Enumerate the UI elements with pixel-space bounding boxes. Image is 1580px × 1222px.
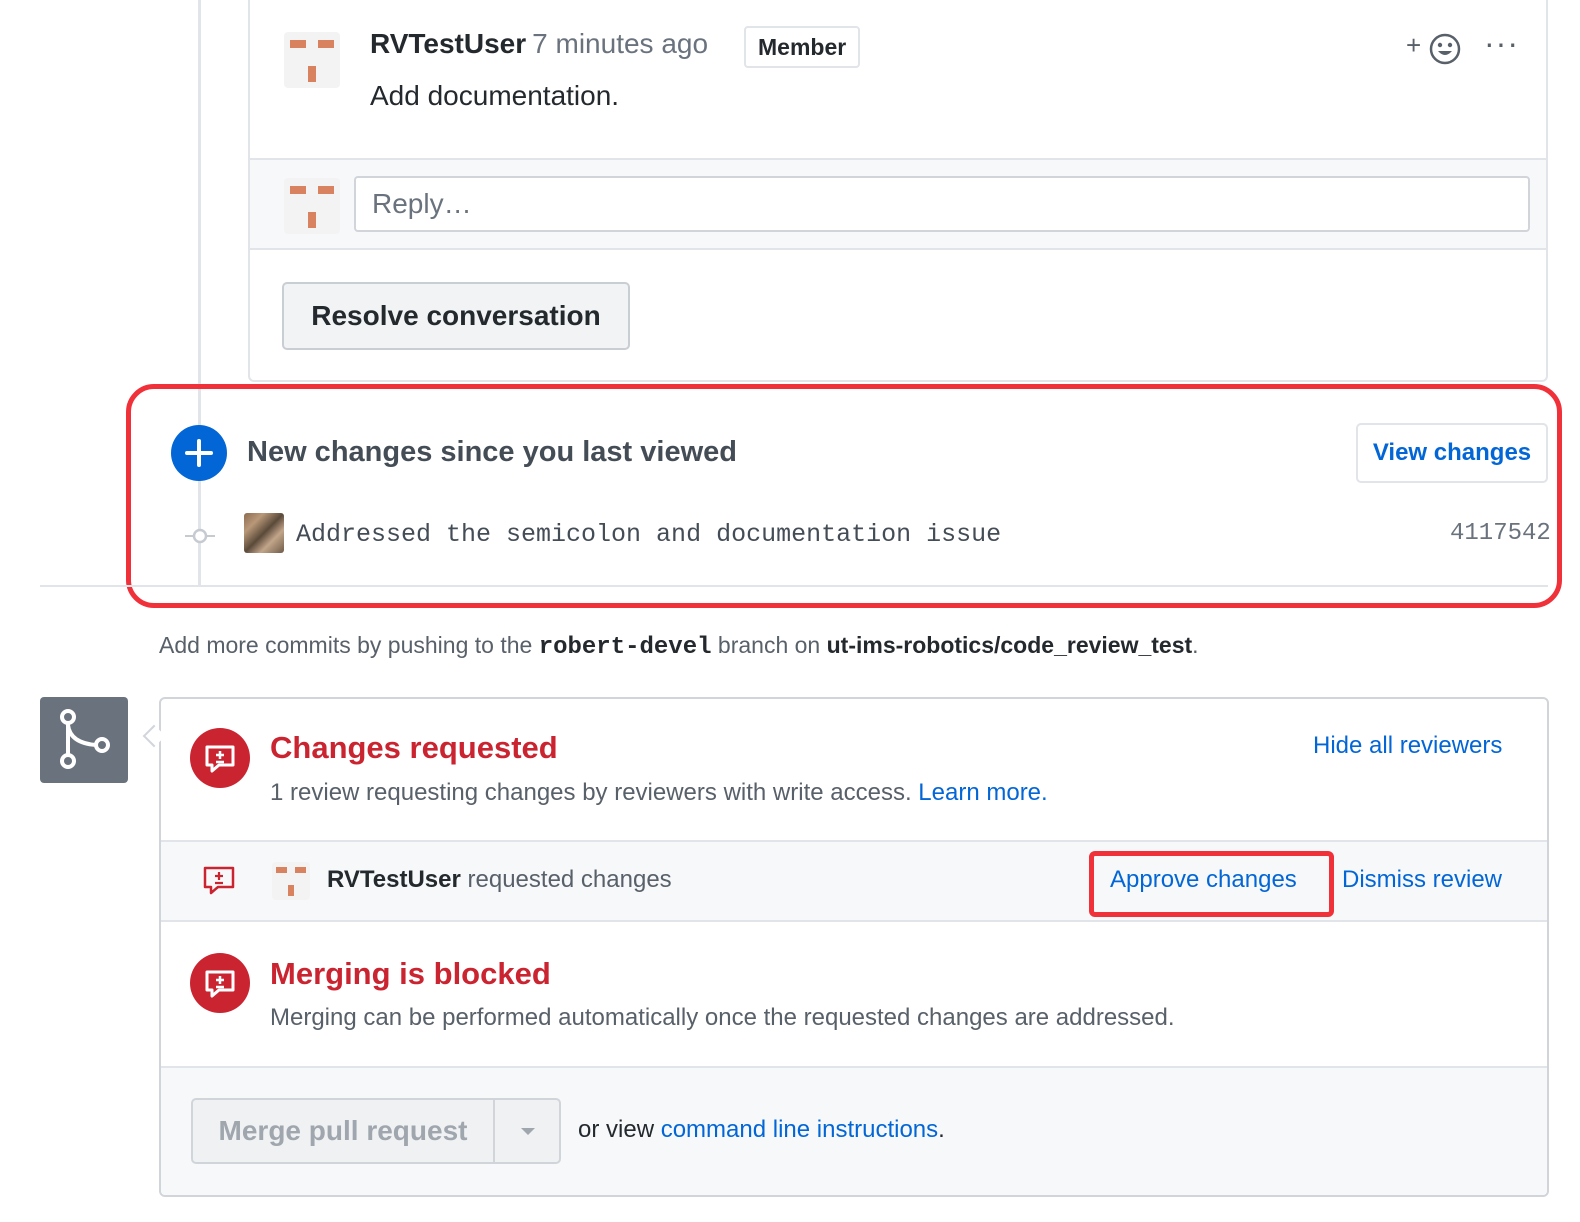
reply-area	[250, 158, 1546, 250]
changes-requested-desc: 1 review requesting changes by reviewers…	[270, 779, 1048, 807]
commit-author-avatar[interactable]	[244, 513, 284, 553]
timeline-divider	[40, 585, 1548, 587]
learn-more-link[interactable]: Learn more.	[918, 779, 1047, 806]
user-avatar[interactable]	[284, 32, 340, 88]
comment-header: RVTestUser 7 minutes ago	[370, 28, 708, 60]
reviewer-avatar[interactable]	[272, 862, 310, 900]
merging-blocked-desc: Merging can be performed automatically o…	[270, 1004, 1175, 1031]
add-reaction-button[interactable]: +	[1406, 28, 1466, 68]
review-comment-card: RVTestUser 7 minutes ago Member Add docum…	[248, 0, 1548, 382]
new-changes-plus-icon	[171, 425, 227, 481]
push-hint-middle: branch on	[717, 632, 821, 658]
timeline-line	[198, 0, 201, 585]
member-badge: Member	[744, 26, 861, 68]
push-hint-prefix: Add more commits by pushing to the	[159, 632, 533, 658]
or-view-text: or view	[578, 1116, 655, 1143]
changes-requested-text: 1 review requesting changes by reviewers…	[270, 779, 912, 806]
merge-button-group: Merge pull request	[191, 1098, 561, 1164]
resolve-conversation-button[interactable]: Resolve conversation	[282, 282, 630, 350]
changes-requested-title: Changes requested	[270, 730, 558, 765]
command-line-instructions-link[interactable]: command line instructions	[661, 1116, 938, 1143]
new-changes-highlight	[126, 384, 1562, 608]
cmdline-suffix: .	[938, 1116, 945, 1143]
plus-label: +	[1406, 30, 1422, 60]
reviewer-status: RVTestUser requested changes	[327, 866, 672, 894]
git-pull-request-icon	[40, 697, 128, 783]
kebab-icon[interactable]: ···	[1484, 27, 1519, 59]
merge-pull-request-button[interactable]: Merge pull request	[193, 1100, 495, 1162]
hide-reviewers-link[interactable]: Hide all reviewers	[1313, 732, 1502, 760]
caret-down-icon	[521, 1128, 535, 1135]
request-changes-icon	[203, 866, 235, 895]
branch-name: robert-devel	[538, 634, 712, 661]
repo-name: ut-ims-robotics/code_review_test	[826, 632, 1193, 658]
commit-message[interactable]: Addressed the semicolon and documentatio…	[296, 520, 1001, 549]
merging-blocked-title: Merging is blocked	[270, 956, 551, 991]
merge-options-dropdown[interactable]	[497, 1100, 559, 1162]
merge-blocked-icon	[190, 953, 250, 1013]
comment-body: Add documentation.	[370, 80, 620, 111]
comment-author[interactable]: RVTestUser	[370, 28, 526, 59]
new-changes-title: New changes since you last viewed	[247, 436, 737, 468]
commit-sha[interactable]: 4117542	[1450, 520, 1551, 547]
comment-timestamp[interactable]: 7 minutes ago	[532, 28, 708, 59]
reviewer-name[interactable]: RVTestUser	[327, 866, 461, 893]
approve-changes-link[interactable]: Approve changes	[1110, 866, 1297, 894]
commit-dot-icon	[185, 528, 215, 544]
push-hint-suffix: .	[1192, 632, 1199, 658]
push-hint: Add more commits by pushing to the rober…	[159, 632, 1199, 661]
current-user-avatar	[284, 178, 340, 234]
reviewer-action: requested changes	[467, 866, 672, 893]
view-changes-button[interactable]: View changes	[1356, 423, 1548, 483]
reply-input[interactable]	[354, 176, 1530, 232]
dismiss-review-link[interactable]: Dismiss review	[1342, 866, 1502, 894]
command-line-hint: or view command line instructions.	[578, 1116, 945, 1144]
smiley-icon	[1429, 33, 1461, 65]
request-changes-icon	[190, 728, 250, 788]
